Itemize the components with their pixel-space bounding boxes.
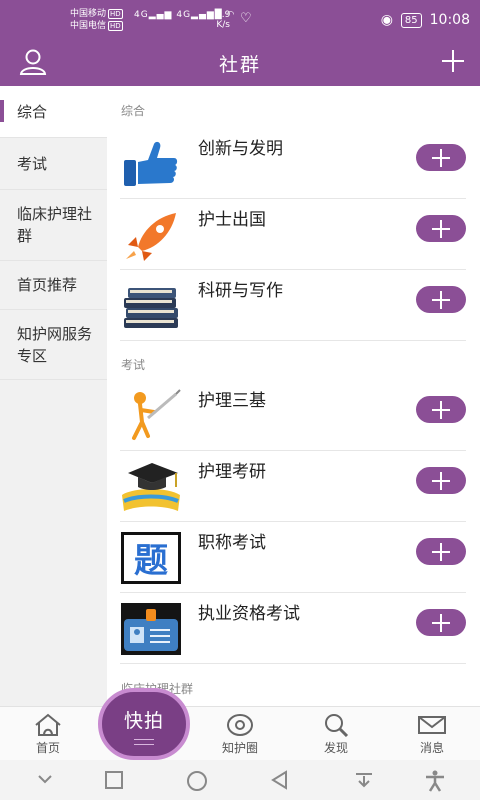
eye-circle-icon — [227, 714, 253, 736]
join-button[interactable] — [416, 538, 466, 565]
community-name: 护士出国 — [198, 210, 266, 230]
rocket-icon — [126, 213, 176, 261]
chevron-down-icon[interactable] — [36, 770, 54, 788]
carrier2: 中国电信 — [70, 21, 107, 31]
heart-rate-icon: ♡ — [240, 11, 252, 26]
signal2-label: 4G — [176, 10, 192, 20]
community-name: 护理三基 — [198, 391, 266, 411]
fab-label: 快拍 — [123, 710, 164, 732]
bottom-tab-bar: 首页 知护圈 发现 消息 — [0, 706, 480, 760]
menu-lines-icon — [134, 739, 154, 745]
carrier1: 中国移动 — [70, 9, 107, 19]
tab-label: 发现 — [323, 741, 348, 755]
join-button[interactable] — [416, 609, 466, 636]
recent-apps-icon[interactable] — [104, 770, 124, 790]
status-right: ◉ 85 10:08 — [381, 12, 470, 28]
home-icon — [35, 713, 61, 736]
join-button[interactable] — [416, 396, 466, 423]
back-icon[interactable] — [270, 770, 290, 790]
list-item[interactable]: 护理三基 — [120, 380, 466, 451]
mail-icon — [418, 716, 446, 734]
list-item[interactable]: 科研与写作 — [120, 270, 466, 341]
community-name: 创新与发明 — [198, 139, 283, 159]
question-ti-icon: 题 — [121, 532, 181, 584]
status-bar: 中国移动 HD 中国电信 HD 4G▂▄▆ 4G▂▄▆█ ◠ 4.9 K/s ♡ ◉… — [0, 0, 480, 40]
sidebar-item-label: 考试 — [17, 154, 48, 173]
community-name: 护理考研 — [198, 462, 266, 482]
signal1-label: 4G — [134, 10, 149, 20]
signal-bars-icon: ▂▄▆ — [148, 10, 173, 20]
thumbs-up-icon — [124, 141, 178, 186]
join-button[interactable] — [416, 286, 466, 313]
community-name: 职称考试 — [198, 533, 266, 553]
download-tray-icon[interactable] — [354, 770, 374, 790]
plus-icon[interactable] — [440, 48, 466, 74]
top-bar: 中国移动 HD 中国电信 HD 4G▂▄▆ 4G▂▄▆█ ◠ 4.9 K/s ♡ ◉… — [0, 0, 480, 86]
join-button[interactable] — [416, 144, 466, 171]
tab-home[interactable]: 首页 — [13, 707, 83, 761]
join-button[interactable] — [416, 467, 466, 494]
tab-label: 知护圈 — [221, 741, 258, 755]
join-button[interactable] — [416, 215, 466, 242]
eye-icon: ◉ — [380, 12, 393, 28]
hd-badge: HD — [108, 21, 123, 31]
community-name: 科研与写作 — [198, 281, 283, 301]
community-name: 执业资格考试 — [198, 604, 300, 624]
tab-zhihuquan[interactable]: 知护圈 — [205, 707, 275, 761]
list-item[interactable]: 护理考研 — [120, 451, 466, 522]
tab-label: 消息 — [419, 741, 444, 755]
speed-value: 4.9 — [216, 10, 231, 20]
page-title: 社群 — [218, 54, 261, 76]
sidebar-item-shouye[interactable]: 首页推荐 — [0, 261, 107, 310]
tab-xiaoxi[interactable]: 消息 — [397, 707, 467, 761]
network-speed: 4.9 K/s — [216, 10, 230, 30]
battery-icon: 85 — [400, 12, 422, 28]
list-item[interactable]: 题 职称考试 — [120, 522, 466, 593]
section-title: 考试 — [121, 358, 146, 372]
home-circle-icon[interactable] — [186, 770, 208, 792]
quick-shot-button[interactable]: 快拍 — [98, 688, 190, 760]
sidebar-item-label: 首页推荐 — [17, 276, 78, 294]
list-item[interactable]: 护士出国 — [120, 199, 466, 270]
sidebar-item-zonghe[interactable]: 综合 — [0, 86, 107, 138]
sidebar-item-fuwu[interactable]: 知护网服务专区 — [0, 310, 107, 380]
section-title: 综合 — [121, 104, 146, 118]
figure-pen-icon — [132, 389, 181, 440]
sidebar-item-kaoshi[interactable]: 考试 — [0, 138, 107, 190]
list-item[interactable]: 创新与发明 — [120, 128, 466, 199]
accessibility-icon[interactable] — [424, 770, 446, 792]
graduation-cap-icon — [122, 463, 180, 511]
system-nav-bar — [0, 760, 480, 800]
clock: 10:08 — [429, 12, 470, 28]
speed-unit: K/s — [216, 20, 230, 30]
sidebar-item-linchuang[interactable]: 临床护理社群 — [0, 190, 107, 261]
tab-label: 首页 — [35, 741, 60, 755]
sidebar-item-label: 临床护理社群 — [17, 205, 93, 245]
hd-badge: HD — [108, 9, 123, 19]
app-header: 社群 — [0, 40, 480, 86]
ti-glyph: 题 — [134, 541, 168, 581]
sidebar-item-label: 知护网服务专区 — [17, 324, 93, 365]
list-item[interactable]: 执业资格考试 — [120, 593, 466, 664]
sidebar-item-label: 综合 — [17, 102, 48, 121]
tab-faxian[interactable]: 发现 — [301, 707, 371, 761]
carrier-info: 中国移动 HD 中国电信 HD — [70, 8, 123, 32]
id-badge-icon — [121, 603, 181, 655]
category-sidebar: 综合 考试 临床护理社群 首页推荐 知护网服务专区 — [0, 86, 107, 706]
search-icon — [325, 714, 349, 737]
community-list: 综合 创新与发明 护士出国 科研与写作 考试 护理三基 护理考研 题 职称考试 … — [107, 86, 480, 706]
books-icon — [124, 288, 178, 328]
